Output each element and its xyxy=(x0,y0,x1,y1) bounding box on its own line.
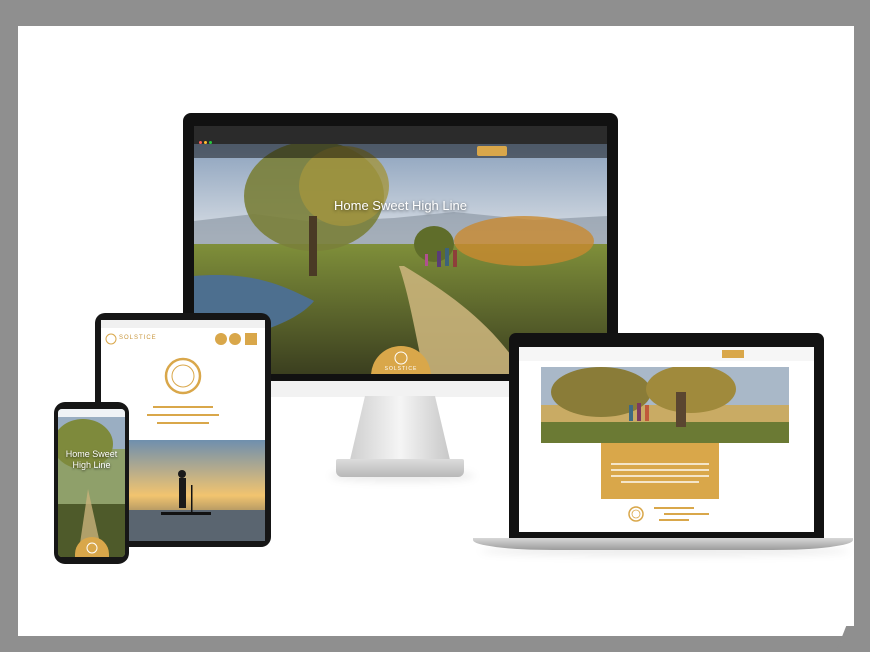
monitor-logo-badge: SOLSTICE xyxy=(371,346,431,374)
browser-chrome xyxy=(194,126,607,144)
tablet-text-line xyxy=(153,406,213,408)
hamburger-menu-icon[interactable] xyxy=(245,333,257,345)
laptop-text-line xyxy=(659,519,689,521)
phone-logo-badge xyxy=(75,537,109,557)
phone-title-line2: High Line xyxy=(72,460,111,470)
tablet-text-line xyxy=(157,422,209,424)
laptop-site-nav xyxy=(519,347,814,361)
badge-brand-text: SOLSTICE xyxy=(384,366,418,372)
phone-status-bar xyxy=(58,409,125,417)
site-navigation xyxy=(194,144,607,158)
phone-hero-image xyxy=(58,409,125,557)
sun-logo-icon xyxy=(164,357,202,395)
tablet-status-bar xyxy=(101,320,265,328)
tablet-icon-button[interactable] xyxy=(215,333,227,345)
sun-logo-icon xyxy=(394,351,408,365)
laptop-nav-cta[interactable] xyxy=(722,350,744,358)
laptop-screen xyxy=(519,347,814,532)
laptop-base xyxy=(473,538,853,550)
phone-screen: Home Sweet High Line xyxy=(58,409,125,557)
laptop-device xyxy=(509,333,824,538)
tablet-text-line xyxy=(147,414,219,416)
nav-cta-button[interactable] xyxy=(477,146,507,156)
phone-hero-title: Home Sweet High Line xyxy=(58,449,125,471)
tablet-header: SOLSTICE xyxy=(101,330,265,350)
sun-logo-icon xyxy=(86,542,98,554)
sun-logo-icon xyxy=(628,506,644,522)
laptop-hero-image xyxy=(541,367,789,443)
tablet-icon-button[interactable] xyxy=(229,333,241,345)
tablet-brand: SOLSTICE xyxy=(119,335,157,341)
sun-logo-icon xyxy=(105,333,117,345)
phone-device: Home Sweet High Line xyxy=(54,402,129,564)
monitor-stand-neck xyxy=(350,396,450,460)
phone-title-line1: Home Sweet xyxy=(65,449,118,459)
monitor-hero-title: Home Sweet High Line xyxy=(334,198,467,213)
laptop-intro-box xyxy=(601,443,719,499)
laptop-text-line xyxy=(664,513,709,515)
laptop-text-line xyxy=(654,507,694,509)
monitor-stand-foot xyxy=(336,459,464,477)
